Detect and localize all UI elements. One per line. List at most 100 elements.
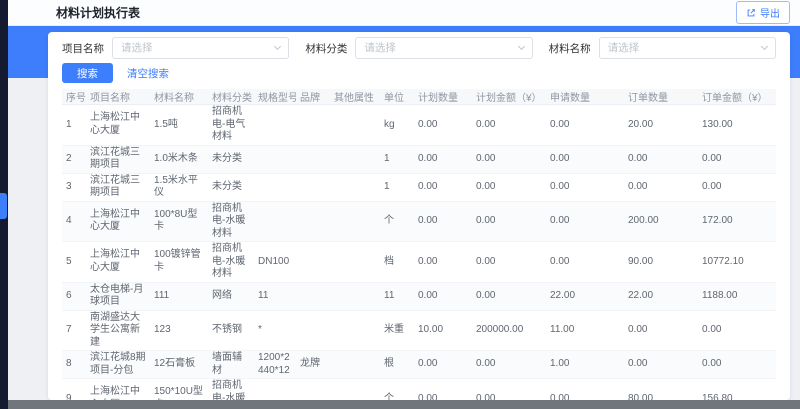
table-cell: 招商机电-水暖材料: [208, 201, 254, 242]
table-cell: [296, 201, 330, 242]
project-select-input[interactable]: [112, 37, 289, 59]
table-cell: 0.00: [414, 351, 472, 379]
table-cell: 未分类: [208, 173, 254, 201]
table-cell: 未分类: [208, 145, 254, 173]
table-cell: 上海松江中心大厦: [86, 105, 150, 146]
table-cell: 0.00: [624, 310, 698, 351]
table-cell: [254, 145, 296, 173]
table-row[interactable]: 1上海松江中心大厦1.5吨招商机电-电气材料kg0.000.000.0020.0…: [62, 105, 776, 146]
filter-material-name-label: 材料名称: [549, 41, 591, 56]
table-row[interactable]: 2滨江花城三期项目1.0米木条未分类10.000.000.000.000.00: [62, 145, 776, 173]
table-row[interactable]: 5上海松江中心大厦100镀锌管卡招商机电-水暖材料DN100档0.000.000…: [62, 242, 776, 283]
table-cell: [330, 145, 380, 173]
table-cell: [254, 105, 296, 146]
table-cell: 3: [62, 173, 86, 201]
table-cell: 1.5米水平仪: [150, 173, 208, 201]
export-label: 导出: [760, 5, 780, 20]
table-cell: 不锈钢: [208, 310, 254, 351]
table-cell: 根: [380, 351, 414, 379]
column-header: 订单金额（¥）: [698, 89, 776, 105]
export-button[interactable]: 导出: [736, 1, 790, 24]
table-cell: [254, 201, 296, 242]
table-cell: 22.00: [624, 282, 698, 310]
sidebar-expand-handle[interactable]: [0, 193, 7, 219]
table-cell: 90.00: [624, 242, 698, 283]
table-cell: [330, 105, 380, 146]
search-button[interactable]: 搜索: [62, 63, 113, 83]
table-cell: 111: [150, 282, 208, 310]
table-row[interactable]: 7南湖盛达大学生公寓新建123不锈钢*米重10.00200000.0011.00…: [62, 310, 776, 351]
table-cell: 0.00: [472, 379, 546, 401]
material-name-select-input[interactable]: [599, 37, 776, 59]
table-row[interactable]: 6太仓电梯-月球项目111网络11110.000.0022.0022.00118…: [62, 282, 776, 310]
table-cell: 0.00: [698, 310, 776, 351]
left-sidebar: [0, 0, 8, 409]
table-cell: 0.00: [414, 201, 472, 242]
table-cell: 0.00: [414, 105, 472, 146]
material-category-select-input[interactable]: [355, 37, 532, 59]
table-cell: kg: [380, 105, 414, 146]
table-cell: [296, 105, 330, 146]
content-area: 项目名称 材料分类 材料名称: [8, 26, 800, 400]
table-cell: 123: [150, 310, 208, 351]
filter-bar: 项目名称 材料分类 材料名称: [48, 32, 790, 59]
table-cell: 100*8U型卡: [150, 201, 208, 242]
table-cell: 太仓电梯-月球项目: [86, 282, 150, 310]
table-cell: 0.00: [546, 201, 624, 242]
table-cell: 8: [62, 351, 86, 379]
table-cell: 墙面辅材: [208, 351, 254, 379]
table-row[interactable]: 8滨江花城8期项目-分包12石膏板墙面辅材1200*2440*12龙牌根0.00…: [62, 351, 776, 379]
table-cell: 0.00: [546, 105, 624, 146]
table-body: 1上海松江中心大厦1.5吨招商机电-电气材料kg0.000.000.0020.0…: [62, 105, 776, 401]
table-cell: 滨江花城三期项目: [86, 173, 150, 201]
table-cell: 南湖盛达大学生公寓新建: [86, 310, 150, 351]
table-cell: 2: [62, 145, 86, 173]
table-cell: [330, 242, 380, 283]
table-cell: 0.00: [624, 145, 698, 173]
table-cell: 1: [62, 105, 86, 146]
main-area: 材料计划执行表 导出 项目名称 材料分类: [8, 0, 800, 400]
column-header: 序号: [62, 89, 86, 105]
table-cell: 200.00: [624, 201, 698, 242]
table-cell: 米重: [380, 310, 414, 351]
top-header: 材料计划执行表 导出: [8, 0, 800, 26]
table-cell: 滨江花城三期项目: [86, 145, 150, 173]
table-cell: [296, 145, 330, 173]
table-row[interactable]: 9上海松江中心大厦150*10U型卡招商机电-水暖材料个0.000.000.00…: [62, 379, 776, 401]
table-cell: 5: [62, 242, 86, 283]
clear-search-button[interactable]: 清空搜索: [119, 63, 177, 83]
table-cell: 156.80: [698, 379, 776, 401]
table-cell: 1200*2440*12: [254, 351, 296, 379]
table-cell: [330, 173, 380, 201]
table-cell: 0.00: [624, 173, 698, 201]
table-cell: 档: [380, 242, 414, 283]
table-cell: [330, 282, 380, 310]
table-row[interactable]: 4上海松江中心大厦100*8U型卡招商机电-水暖材料个0.000.000.002…: [62, 201, 776, 242]
page-title: 材料计划执行表: [56, 4, 140, 21]
data-table-wrap: 序号项目名称材料名称材料分类规格型号品牌其他属性单位计划数量计划金额（¥）申请数…: [48, 89, 790, 400]
table-cell: 0.00: [472, 201, 546, 242]
table-cell: [296, 282, 330, 310]
table-cell: 0.00: [414, 242, 472, 283]
table-cell: 0.00: [698, 145, 776, 173]
material-category-select[interactable]: [355, 37, 532, 59]
material-name-select[interactable]: [599, 37, 776, 59]
table-cell: [330, 351, 380, 379]
table-cell: 0.00: [414, 173, 472, 201]
table-cell: 个: [380, 201, 414, 242]
column-header: 计划数量: [414, 89, 472, 105]
table-row[interactable]: 3滨江花城三期项目1.5米水平仪未分类10.000.000.000.000.00: [62, 173, 776, 201]
table-cell: 80.00: [624, 379, 698, 401]
table-cell: 7: [62, 310, 86, 351]
table-cell: 上海松江中心大厦: [86, 201, 150, 242]
column-header: 申请数量: [546, 89, 624, 105]
column-header: 材料分类: [208, 89, 254, 105]
table-header-row: 序号项目名称材料名称材料分类规格型号品牌其他属性单位计划数量计划金额（¥）申请数…: [62, 89, 776, 105]
table-cell: 0.00: [472, 173, 546, 201]
project-select[interactable]: [112, 37, 289, 59]
table-cell: 4: [62, 201, 86, 242]
table-cell: 1.5吨: [150, 105, 208, 146]
table-cell: [254, 173, 296, 201]
column-header: 材料名称: [150, 89, 208, 105]
table-cell: 0.00: [546, 145, 624, 173]
